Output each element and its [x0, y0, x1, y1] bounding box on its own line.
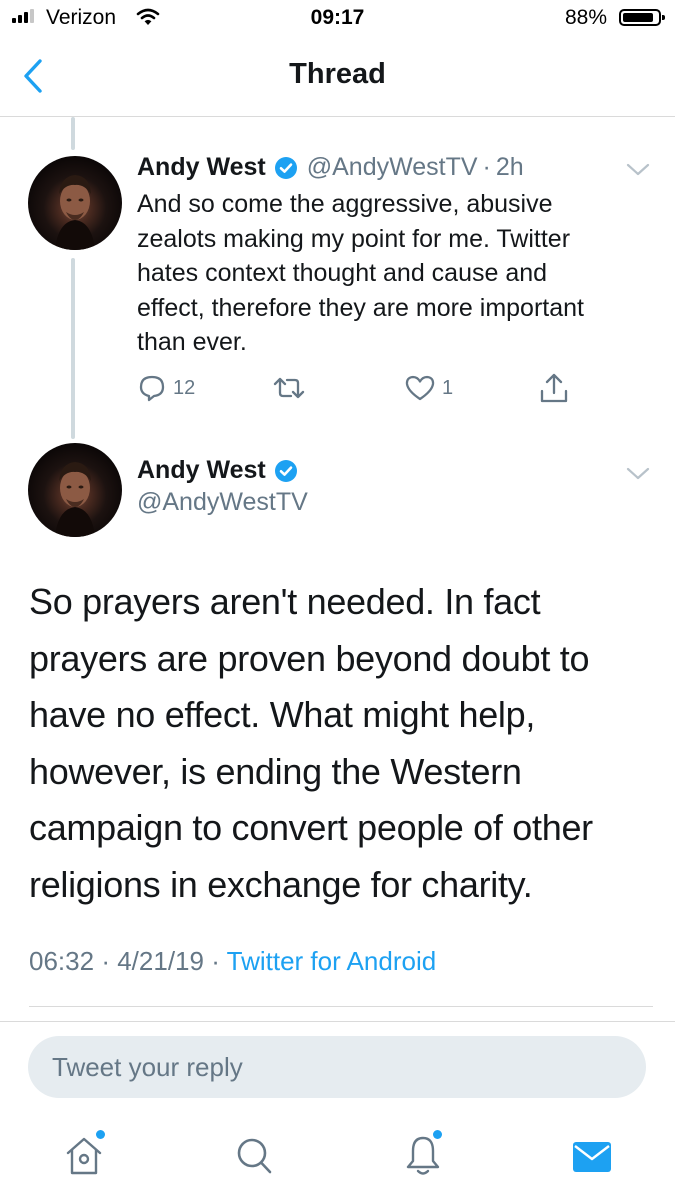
notifications-icon: [406, 1136, 440, 1175]
heart-icon: [405, 375, 435, 401]
tweet-header: Andy West @AndyWestTV · 2h: [137, 153, 524, 182]
tweet-text-line: prayers are proven beyond doubt to: [29, 637, 590, 679]
nav-divider: [0, 116, 675, 117]
search-icon: [237, 1138, 272, 1174]
messages-icon: [573, 1142, 611, 1172]
avatar[interactable]: [28, 443, 122, 537]
notification-dot: [433, 1130, 442, 1139]
author-handle[interactable]: @AndyWestTV: [307, 153, 478, 182]
tweet-text-line: And so come the aggressive, abusive: [137, 190, 553, 218]
divider: [0, 1021, 675, 1022]
verified-badge-icon: [274, 156, 298, 180]
tweet-text-line: effect, therefore they are more importan…: [137, 293, 584, 322]
battery-percentage: 88%: [565, 6, 608, 29]
tweet-text-line: zealots making my point for me. Twitter: [137, 224, 571, 253]
retweet-icon: [273, 377, 305, 399]
tweet-text-line: campaign to convert people of other: [29, 807, 593, 848]
separator-dot: ·: [482, 153, 491, 181]
reply-placeholder: Tweet your reply: [52, 1051, 243, 1082]
retweet-button[interactable]: [272, 373, 306, 403]
reply-button[interactable]: 12: [137, 373, 195, 403]
tweet-text-line: however, is ending the Western: [29, 750, 522, 792]
tweet-text-line: than ever.: [137, 328, 247, 356]
tweet-time: 06:32: [29, 946, 95, 976]
author-handle[interactable]: @AndyWestTV: [137, 488, 308, 517]
divider: [29, 1006, 653, 1007]
tab-search[interactable]: [236, 1137, 274, 1182]
tweet-date: 4/21/19: [117, 946, 204, 976]
notification-dot: [96, 1130, 105, 1139]
author-name[interactable]: Andy West: [137, 456, 266, 485]
tweet-age: 2h: [495, 153, 524, 181]
tab-messages[interactable]: [572, 1141, 612, 1178]
tweet-options-button[interactable]: [625, 466, 651, 487]
tweet-options-button[interactable]: [625, 162, 651, 183]
chevron-down-icon: [626, 467, 650, 480]
separator-dot: ·: [101, 946, 110, 976]
tweet-text-line: hates context thought and cause and: [137, 259, 548, 287]
page-title: Thread: [289, 58, 386, 90]
focused-tweet-text: So prayers aren't needed. In fact prayer…: [29, 574, 659, 913]
tweet-text: And so come the aggressive, abusive zeal…: [137, 187, 657, 360]
reply-icon: [139, 375, 165, 402]
battery-icon: [619, 9, 665, 26]
author-name[interactable]: Andy West: [137, 153, 266, 182]
tweet-text-line: So prayers aren't needed. In fact: [29, 581, 541, 622]
author-name-row: Andy West: [137, 456, 298, 485]
avatar[interactable]: [28, 156, 122, 250]
home-icon: [66, 1137, 102, 1175]
thread-connector-top: [71, 117, 75, 150]
like-button[interactable]: 1: [404, 373, 453, 403]
reply-count: 12: [173, 376, 196, 399]
verified-badge-icon: [274, 459, 298, 483]
reply-input[interactable]: Tweet your reply: [28, 1036, 646, 1098]
tab-notifications[interactable]: [405, 1130, 443, 1182]
tweet-text-line: have no effect. What might help,: [29, 694, 536, 735]
chevron-down-icon: [626, 163, 650, 176]
share-button[interactable]: [539, 372, 569, 404]
tweet-text-line: religions in exchange for charity.: [29, 863, 533, 905]
tweet-timestamp-row: 06:32 · 4/21/19 · Twitter for Android: [29, 946, 436, 977]
status-bar: Verizon 09:17 88%: [0, 0, 675, 40]
tweet-source-link[interactable]: Twitter for Android: [227, 946, 437, 976]
thread-connector: [71, 258, 75, 439]
tab-home[interactable]: [64, 1130, 108, 1184]
share-icon: [540, 373, 568, 403]
separator-dot: ·: [211, 946, 220, 976]
like-count: 1: [442, 376, 454, 399]
